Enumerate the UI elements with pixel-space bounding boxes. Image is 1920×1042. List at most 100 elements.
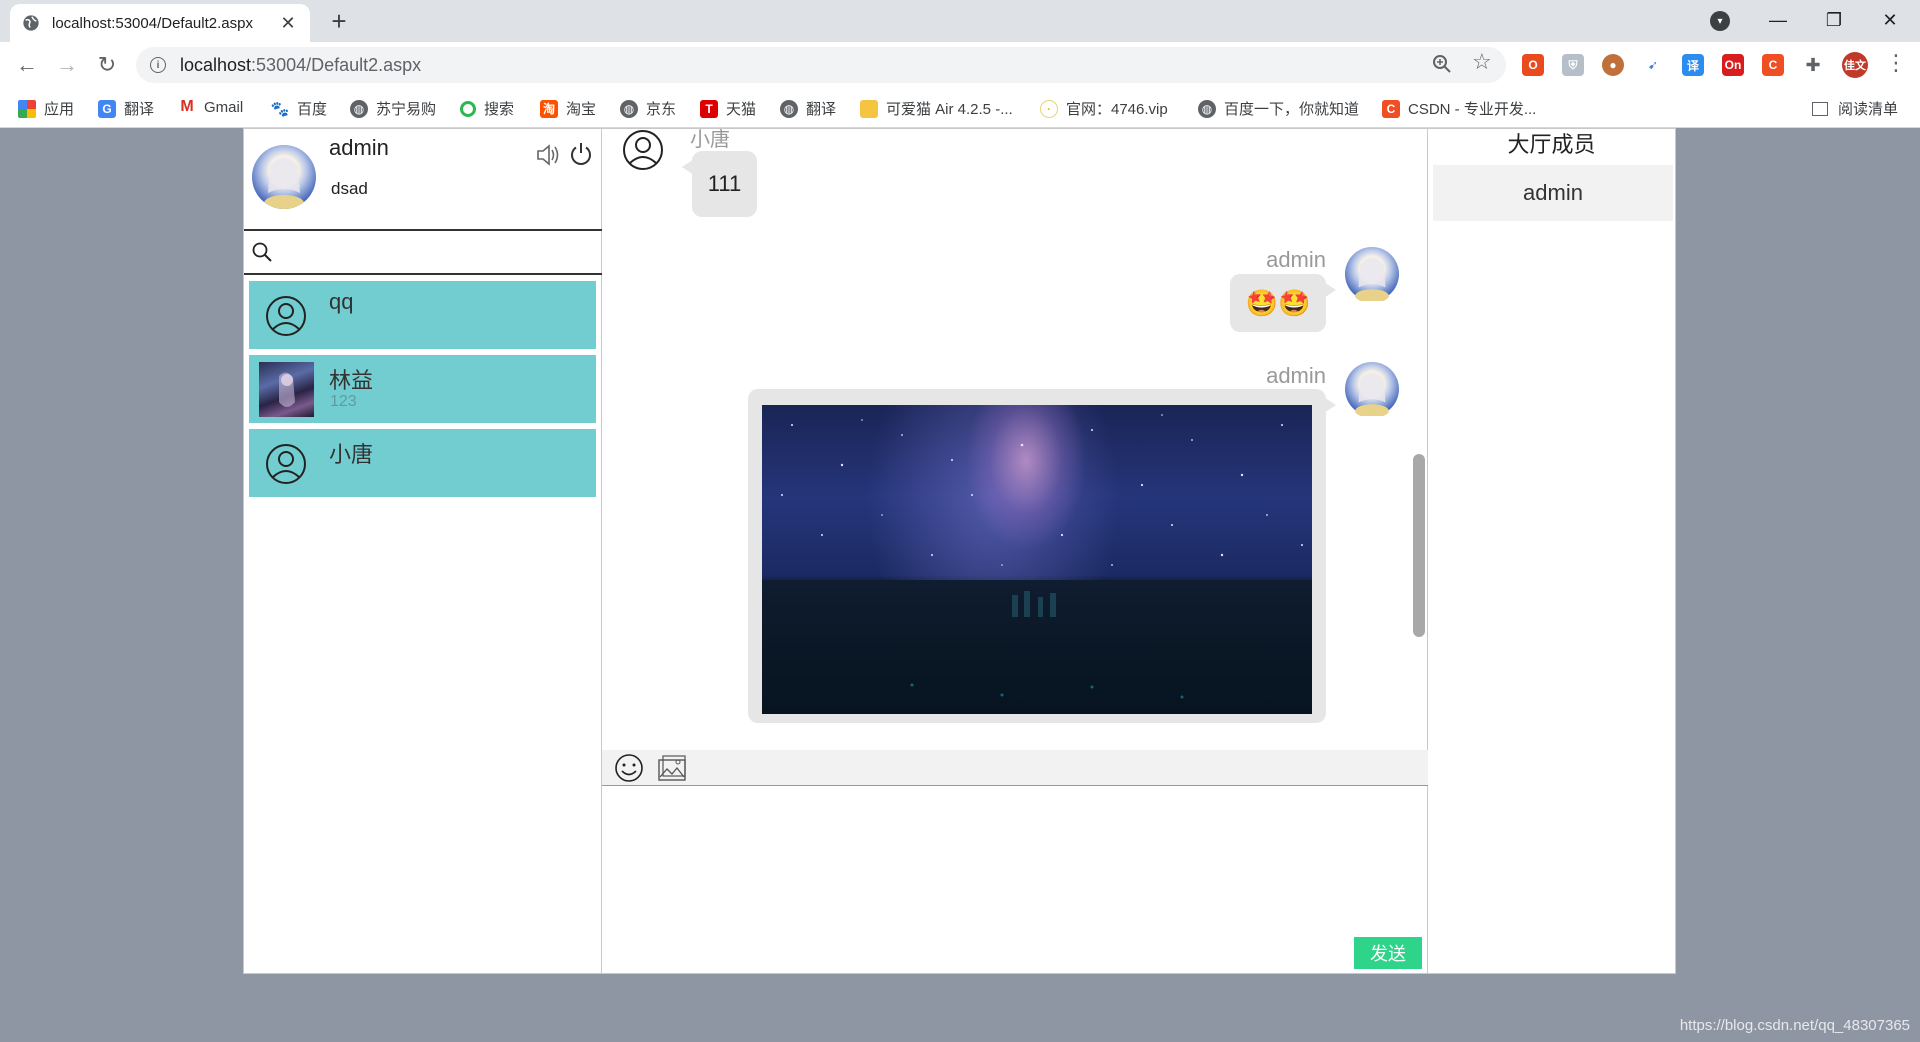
- profile-avatar[interactable]: 佳文: [1842, 52, 1868, 78]
- my-avatar[interactable]: [252, 145, 316, 209]
- search-icon: [460, 100, 476, 117]
- translate-extension-icon[interactable]: 译: [1682, 54, 1704, 76]
- sound-icon[interactable]: [534, 141, 562, 169]
- message-sender: 小唐: [690, 129, 730, 151]
- tab-title: localhost:53004/Default2.aspx: [52, 14, 253, 32]
- contact-photo-avatar: [259, 362, 314, 417]
- image-stars: [781, 414, 1303, 699]
- reading-list-button[interactable]: 阅读清单: [1812, 98, 1898, 119]
- bookmark-item[interactable]: ◍ 苏宁易购: [350, 98, 436, 119]
- extensions-puzzle-icon[interactable]: ✚: [1802, 54, 1824, 76]
- translate-icon: G: [98, 99, 116, 118]
- self-avatar: [1345, 362, 1399, 418]
- send-button[interactable]: 发送: [1354, 937, 1422, 969]
- globe-icon: [23, 15, 39, 31]
- baidu-icon: 🐾: [270, 100, 290, 118]
- globe-icon: ◍: [350, 99, 368, 118]
- message-list[interactable]: 小唐 111 admin 🤩🤩 admin: [602, 129, 1428, 750]
- hall-member-item[interactable]: admin: [1433, 165, 1673, 221]
- power-icon[interactable]: [568, 141, 594, 167]
- starry-sky-image[interactable]: [762, 405, 1312, 714]
- bookmark-item[interactable]: 可爱猫 Air 4.2.5 -...: [860, 98, 1013, 119]
- window-close-icon[interactable]: ✕: [1862, 0, 1918, 40]
- contact-item-xiaotang[interactable]: 小唐: [249, 429, 596, 497]
- bookmark-item[interactable]: M Gmail: [178, 98, 243, 116]
- message-scrollbar[interactable]: [1413, 454, 1425, 637]
- message-editor: 发送: [602, 787, 1428, 973]
- csdn-icon: C: [1382, 99, 1400, 118]
- tab-close-icon[interactable]: ✕: [278, 13, 298, 34]
- bookmark-item[interactable]: 搜索: [460, 98, 514, 119]
- message-bubble: 🤩🤩: [1230, 274, 1336, 332]
- search-icon: [252, 242, 272, 262]
- csdn-extension-icon[interactable]: C: [1762, 54, 1784, 76]
- forward-icon[interactable]: →: [52, 50, 82, 80]
- bird-extension-icon[interactable]: ➹: [1642, 54, 1664, 76]
- browser-tabstrip: localhost:53004/Default2.aspx ✕ + ▾ — ❐ …: [0, 0, 1920, 42]
- self-avatar: [1345, 247, 1399, 303]
- chat-app: admin dsad qq 林益 123 小唐 小唐 111 admin 🤩🤩 …: [243, 128, 1676, 974]
- menu-kebab-icon[interactable]: ⋮: [1885, 50, 1907, 76]
- my-signature[interactable]: dsad: [331, 179, 368, 199]
- watermark: https://blog.csdn.net/qq_48307365: [1679, 1017, 1910, 1034]
- my-name: admin: [329, 135, 389, 160]
- on-extension-icon[interactable]: On: [1722, 54, 1744, 76]
- message-bubble: 111: [682, 151, 757, 217]
- bookmark-item[interactable]: · 官网：4746.vip: [1040, 98, 1168, 119]
- hall-members-panel: 大厅成员 admin: [1428, 129, 1675, 973]
- bookmark-item[interactable]: C CSDN - 专业开发...: [1382, 98, 1536, 119]
- message-input[interactable]: [602, 787, 1428, 907]
- zoom-icon[interactable]: [1432, 54, 1452, 74]
- contact-item-qq[interactable]: qq: [249, 281, 596, 349]
- globe-icon: ◍: [780, 99, 798, 118]
- default-avatar-icon: [623, 130, 663, 170]
- tampermonkey-extension-icon[interactable]: ●: [1602, 54, 1624, 76]
- gmail-icon: M: [180, 98, 194, 115]
- default-avatar-icon: [266, 444, 306, 484]
- restore-icon[interactable]: ❐: [1806, 0, 1862, 40]
- message-sender: admin: [1266, 247, 1326, 272]
- search-input[interactable]: [280, 233, 602, 271]
- globe-icon: ◍: [620, 99, 638, 118]
- contact-name: 林益: [329, 368, 374, 393]
- folder-icon: [860, 99, 878, 118]
- bookmark-item[interactable]: 🐾 百度: [271, 98, 327, 119]
- contact-name: qq: [329, 289, 354, 314]
- message-sender: admin: [1266, 363, 1326, 388]
- contact-search: [244, 229, 602, 275]
- globe-icon: ◍: [1198, 99, 1216, 118]
- tmall-icon: T: [700, 99, 718, 118]
- hall-members-title: 大厅成员: [1507, 132, 1596, 157]
- browser-tab[interactable]: localhost:53004/Default2.aspx ✕: [10, 4, 310, 42]
- contacts-panel: admin dsad qq 林益 123 小唐: [244, 129, 602, 973]
- minimize-icon[interactable]: —: [1750, 0, 1806, 40]
- contact-item-linyi[interactable]: 林益 123: [249, 355, 596, 423]
- bookmark-item[interactable]: 淘淘宝: [540, 98, 596, 119]
- apps-icon: [18, 99, 36, 118]
- bookmarks-bar: 应用 G 翻译 M Gmail 🐾 百度 ◍ 苏宁易购 搜索 淘淘宝 ◍ 京东 T 天猫 ◍…: [0, 88, 1920, 128]
- browser-toolbar: ← → ↻ i localhost:53004/Default2.aspx ☆ …: [0, 42, 1920, 88]
- shield-extension-icon[interactable]: ⛨: [1562, 54, 1584, 76]
- image-upload-icon[interactable]: [656, 753, 688, 783]
- reload-icon[interactable]: ↻: [92, 50, 122, 80]
- bookmark-item[interactable]: 应用: [18, 98, 74, 119]
- new-tab-icon[interactable]: +: [324, 6, 354, 36]
- site-icon: ·: [1040, 99, 1058, 118]
- office-extension-icon[interactable]: O: [1522, 54, 1544, 76]
- back-icon[interactable]: ←: [12, 50, 42, 80]
- composer-toolbar: [602, 750, 1428, 786]
- tab-search-icon[interactable]: ▾: [1710, 11, 1730, 31]
- contact-last-message: 123: [330, 393, 357, 410]
- address-bar[interactable]: i localhost:53004/Default2.aspx: [136, 47, 1506, 83]
- reading-list-icon: [1812, 101, 1828, 116]
- taobao-icon: 淘: [540, 99, 558, 118]
- url-host: localhost: [180, 54, 252, 75]
- emoji-picker-icon[interactable]: [614, 753, 644, 783]
- bookmark-item[interactable]: G 翻译: [98, 98, 154, 119]
- bookmark-item[interactable]: ◍ 京东: [620, 98, 676, 119]
- bookmark-star-icon[interactable]: ☆: [1472, 49, 1492, 75]
- bookmark-item[interactable]: T 天猫: [700, 98, 756, 119]
- site-info-icon[interactable]: i: [150, 57, 166, 73]
- bookmark-item[interactable]: ◍ 百度一下，你就知道: [1198, 98, 1359, 119]
- bookmark-item[interactable]: ◍ 翻译: [780, 98, 836, 119]
